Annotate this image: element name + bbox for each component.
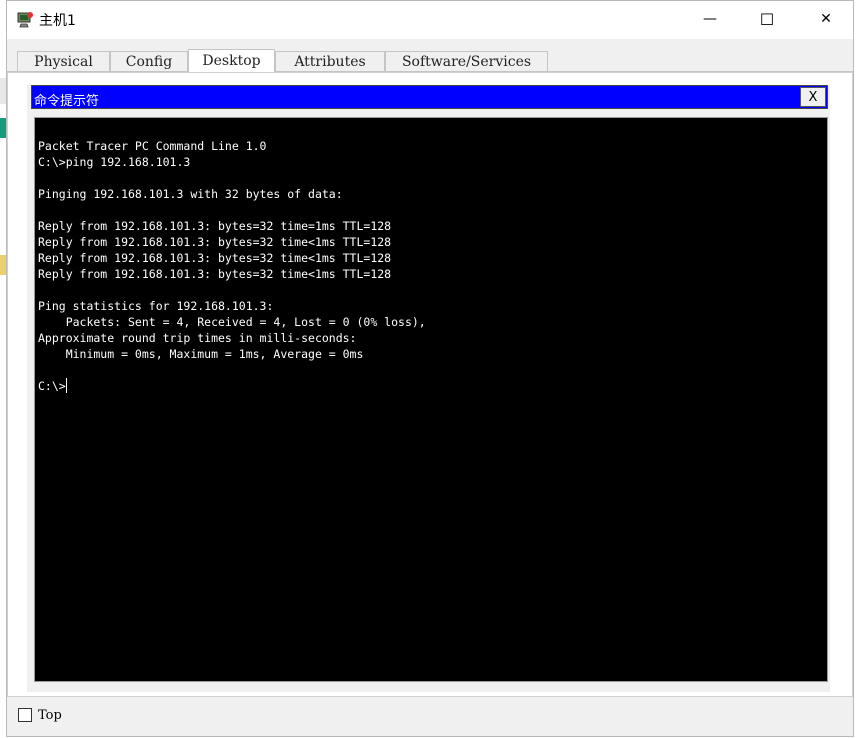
command-prompt-title: 命令提示符 bbox=[34, 94, 100, 109]
top-checkbox-label: Top bbox=[38, 708, 62, 723]
tab-bar: Physical Config Desktop Attributes Softw… bbox=[7, 41, 853, 72]
terminal-line: Reply from 192.168.101.3: bytes=32 time<… bbox=[38, 235, 392, 249]
terminal-line: Approximate round trip times in milli-se… bbox=[38, 331, 357, 345]
terminal-line: Reply from 192.168.101.3: bytes=32 time<… bbox=[38, 251, 392, 265]
terminal-line: Reply from 192.168.101.3: bytes=32 time=… bbox=[38, 219, 392, 233]
close-button[interactable]: ✕ bbox=[803, 1, 849, 37]
window-title: 主机1 bbox=[39, 13, 76, 29]
terminal-line: Packet Tracer PC Command Line 1.0 bbox=[38, 139, 267, 153]
terminal-line: Pinging 192.168.101.3 with 32 bytes of d… bbox=[38, 187, 343, 201]
window-footer: Top bbox=[7, 701, 853, 731]
text-cursor bbox=[65, 378, 67, 393]
maximize-button[interactable]: ☐ bbox=[744, 1, 790, 37]
tab-attributes[interactable]: Attributes bbox=[275, 51, 385, 71]
top-checkbox[interactable] bbox=[18, 708, 32, 722]
command-prompt-titlebar: 命令提示符 X bbox=[31, 85, 828, 109]
tab-software-services[interactable]: Software/Services bbox=[385, 51, 548, 71]
terminal-line: Minimum = 0ms, Maximum = 1ms, Average = … bbox=[38, 347, 364, 361]
minimize-icon: — bbox=[703, 11, 717, 27]
command-prompt-close-button[interactable]: X bbox=[800, 87, 826, 107]
desktop-content: 命令提示符 X Packet Tracer PC Command Line 1.… bbox=[7, 72, 853, 697]
terminal-line: Packets: Sent = 4, Received = 4, Lost = … bbox=[38, 315, 426, 329]
close-icon: ✕ bbox=[820, 11, 832, 27]
packet-tracer-pc-icon bbox=[17, 12, 33, 28]
tab-config[interactable]: Config bbox=[110, 51, 188, 71]
terminal-line: Reply from 192.168.101.3: bytes=32 time<… bbox=[38, 267, 392, 281]
terminal-output[interactable]: Packet Tracer PC Command Line 1.0 C:\>pin… bbox=[34, 117, 828, 682]
host-window: 主机1 — ☐ ✕ Physical Config Desktop Attrib… bbox=[6, 0, 854, 737]
terminal-prompt-line: C:\> bbox=[38, 378, 426, 394]
terminal-line: C:\>ping 192.168.101.3 bbox=[38, 155, 191, 169]
terminal-text: Packet Tracer PC Command Line 1.0 C:\>pin… bbox=[38, 138, 426, 394]
command-prompt-window: 命令提示符 X Packet Tracer PC Command Line 1.… bbox=[27, 85, 830, 692]
window-titlebar: 主机1 — ☐ ✕ bbox=[7, 1, 853, 39]
terminal-prompt: C:\> bbox=[38, 379, 66, 393]
terminal-line: Ping statistics for 192.168.101.3: bbox=[38, 299, 274, 313]
tab-desktop[interactable]: Desktop bbox=[188, 49, 275, 72]
tab-physical[interactable]: Physical bbox=[17, 51, 110, 71]
minimize-button[interactable]: — bbox=[687, 1, 733, 37]
maximize-icon: ☐ bbox=[759, 9, 775, 29]
